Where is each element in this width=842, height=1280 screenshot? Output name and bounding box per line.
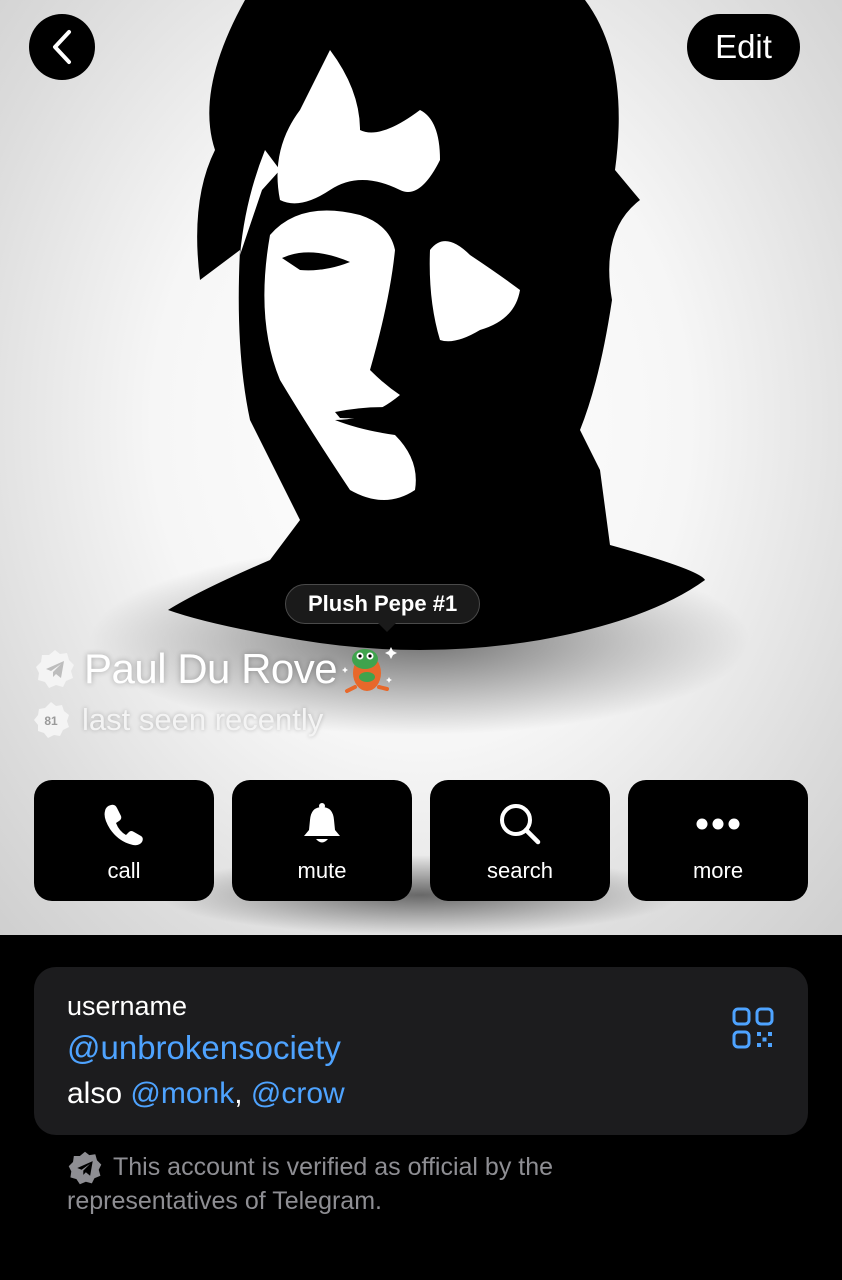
- bell-icon: [304, 803, 340, 843]
- also-prefix: also: [67, 1077, 123, 1110]
- search-label: search: [486, 858, 554, 883]
- level-badge-icon[interactable]: 81: [32, 701, 70, 739]
- gift-tooltip[interactable]: Plush Pepe #1: [285, 584, 481, 624]
- username-label: username: [67, 991, 188, 1021]
- search-icon: [500, 804, 541, 845]
- mute-button[interactable]: mute: [232, 780, 412, 901]
- alt-username-monk[interactable]: @monk: [130, 1077, 234, 1110]
- qr-code-icon[interactable]: [732, 1007, 774, 1049]
- back-button[interactable]: [29, 14, 95, 80]
- username-card: username @unbrokensociety also @monk, @c…: [34, 967, 808, 1135]
- search-button[interactable]: search: [430, 780, 610, 901]
- profile-hero: Edit Plush Pepe #1 Paul Du Rove 81 last …: [0, 0, 842, 935]
- tooltip-tail: [376, 621, 398, 632]
- telegram-verified-badge-icon[interactable]: [34, 648, 76, 690]
- plush-pepe-sticker[interactable]: [339, 641, 399, 697]
- last-seen-status: last seen recently: [82, 702, 324, 737]
- verified-badge-icon: [68, 1151, 102, 1185]
- also-usernames: also @monk, @crow: [67, 1077, 345, 1111]
- verification-note: This account is verified as official by …: [67, 1150, 687, 1218]
- alt-username-crow[interactable]: @crow: [251, 1077, 345, 1110]
- level-badge-number: 81: [44, 714, 58, 728]
- username-link[interactable]: @unbrokensociety: [67, 1029, 341, 1067]
- username-separator: ,: [234, 1077, 243, 1110]
- action-buttons: call mute search more: [34, 780, 808, 901]
- chevron-left-icon: [53, 30, 71, 64]
- more-label: more: [692, 858, 744, 883]
- edit-button[interactable]: Edit: [687, 14, 800, 80]
- verification-text: This account is verified as official by …: [67, 1153, 554, 1215]
- more-button[interactable]: more: [628, 780, 808, 901]
- name-row: Paul Du Rove: [34, 642, 399, 696]
- mute-label: mute: [297, 858, 347, 883]
- profile-name: Paul Du Rove: [84, 645, 338, 692]
- status-row: 81 last seen recently: [32, 700, 323, 740]
- call-button[interactable]: call: [34, 780, 214, 901]
- more-dots-icon: [696, 818, 740, 830]
- call-label: call: [107, 858, 141, 883]
- phone-icon: [104, 804, 143, 846]
